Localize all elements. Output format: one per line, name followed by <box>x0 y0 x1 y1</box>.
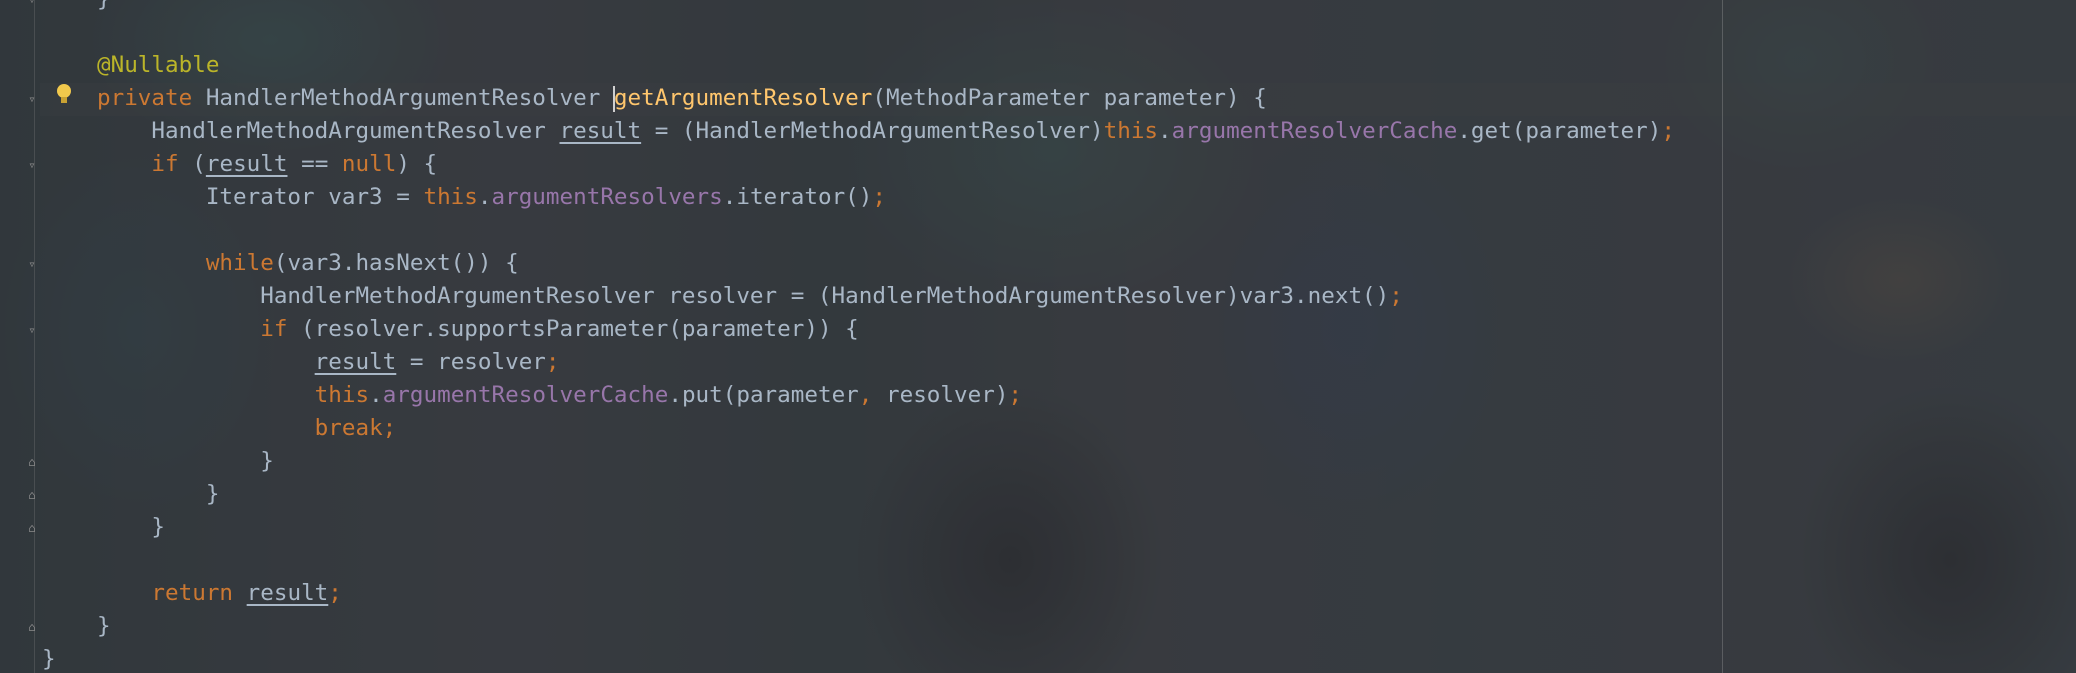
code-token: null <box>341 151 397 177</box>
code-token: } <box>42 646 56 672</box>
code-token: return <box>151 580 234 606</box>
code-token: result <box>559 118 642 144</box>
code-line[interactable]: if (resolver.supportsParameter(parameter… <box>97 313 859 346</box>
code-line[interactable]: if (result == null) { <box>97 148 437 181</box>
fold-marker-icon[interactable]: ⌂ <box>26 456 38 468</box>
code-token: == <box>287 151 342 177</box>
code-token: . <box>1158 118 1172 144</box>
code-editor[interactable]: ▿ ▿ ▿ ▿ ▿ ⌂ ⌂ ⌂ ⌂ } @Nullable private HandlerMetho… <box>0 0 2076 673</box>
code-token: ; <box>545 349 560 375</box>
code-token: ( <box>178 151 206 177</box>
code-token: Iterator var3 = <box>97 184 424 210</box>
code-token: result <box>314 349 397 375</box>
fold-marker-icon[interactable]: ⌂ <box>26 489 38 501</box>
code-token: argumentResolverCache <box>382 382 669 408</box>
code-token: . <box>369 382 383 408</box>
code-line[interactable]: } <box>97 478 220 511</box>
code-token: resolver) <box>872 382 1009 408</box>
code-token: .iterator() <box>722 184 873 210</box>
code-token: if <box>260 316 288 342</box>
code-token: ; <box>1661 118 1675 144</box>
code-token: } <box>97 481 220 507</box>
code-token: ; <box>1008 382 1023 408</box>
fold-marker-icon[interactable]: ▿ <box>26 324 38 336</box>
code-token: } <box>97 0 111 12</box>
code-line[interactable]: @Nullable <box>97 49 219 82</box>
code-line[interactable]: break; <box>97 412 397 445</box>
code-line[interactable]: result = resolver; <box>97 346 560 379</box>
code-token: HandlerMethodArgumentResolver resolver =… <box>97 283 1390 309</box>
code-token: getArgumentResolver <box>613 85 873 111</box>
code-token: ; <box>872 184 886 210</box>
code-token: ; <box>328 580 342 606</box>
fold-marker-icon[interactable]: ▿ <box>26 93 38 105</box>
code-line[interactable]: HandlerMethodArgumentResolver resolver =… <box>97 280 1403 313</box>
code-line[interactable]: while(var3.hasNext()) { <box>97 247 519 280</box>
code-token: . <box>477 184 492 210</box>
code-line[interactable]: this.argumentResolverCache.put(parameter… <box>97 379 1022 412</box>
code-token: (resolver.supportsParameter(parameter)) … <box>287 316 859 342</box>
code-token: ; <box>1389 283 1403 309</box>
code-line[interactable]: private HandlerMethodArgumentResolver ge… <box>97 82 1267 115</box>
code-token: } <box>97 613 111 639</box>
code-token: argumentResolvers <box>491 184 723 210</box>
code-line[interactable]: HandlerMethodArgumentResolver result = (… <box>97 115 1675 148</box>
code-token: @Nullable <box>97 52 220 78</box>
code-token: (MethodParameter parameter) { <box>872 85 1267 111</box>
code-token: argumentResolverCache <box>1171 118 1458 144</box>
code-token: result <box>205 151 288 177</box>
lightbulb-glass <box>57 84 71 98</box>
code-token: break <box>314 415 383 441</box>
right-margin-guide <box>1722 0 1723 673</box>
code-line[interactable]: } <box>97 445 274 478</box>
code-token: .put(parameter <box>668 382 859 408</box>
code-token: } <box>97 514 166 540</box>
text-caret <box>612 86 615 112</box>
code-token: .get(parameter) <box>1457 118 1662 144</box>
code-line[interactable]: Iterator var3 = this.argumentResolvers.i… <box>97 181 886 214</box>
code-token: ) { <box>396 151 438 177</box>
fold-marker-icon[interactable]: ▿ <box>26 0 38 6</box>
code-token: HandlerMethodArgumentResolver <box>205 85 614 111</box>
code-token: if <box>151 151 179 177</box>
fold-marker-icon[interactable]: ▿ <box>26 159 38 171</box>
lightbulb-icon[interactable] <box>55 84 73 106</box>
editor-gutter: ▿ ▿ ▿ ▿ ▿ ⌂ ⌂ ⌂ ⌂ <box>0 0 40 673</box>
code-token: = (HandlerMethodArgumentResolver) <box>641 118 1104 144</box>
code-token: this <box>1103 118 1159 144</box>
code-token: HandlerMethodArgumentResolver <box>97 118 560 144</box>
code-token: } <box>97 448 274 474</box>
code-line[interactable]: } <box>97 0 111 16</box>
lightbulb-base <box>61 97 67 103</box>
code-token: this <box>314 382 370 408</box>
code-token: (var3.hasNext()) { <box>273 250 519 276</box>
code-token: ; <box>382 415 397 441</box>
code-token: this <box>423 184 478 210</box>
code-token: while <box>205 250 274 276</box>
code-line[interactable]: return result; <box>97 577 342 610</box>
fold-marker-icon[interactable]: ⌂ <box>26 621 38 633</box>
fold-marker-icon[interactable]: ⌂ <box>26 522 38 534</box>
fold-marker-icon[interactable]: ▿ <box>26 258 38 270</box>
code-token: result <box>246 580 329 606</box>
code-line[interactable]: } <box>97 610 111 643</box>
code-token: , <box>858 382 873 408</box>
code-token: private <box>97 85 206 111</box>
code-line[interactable]: } <box>42 643 56 673</box>
code-line[interactable]: } <box>97 511 165 544</box>
code-token: = resolver <box>396 349 546 375</box>
